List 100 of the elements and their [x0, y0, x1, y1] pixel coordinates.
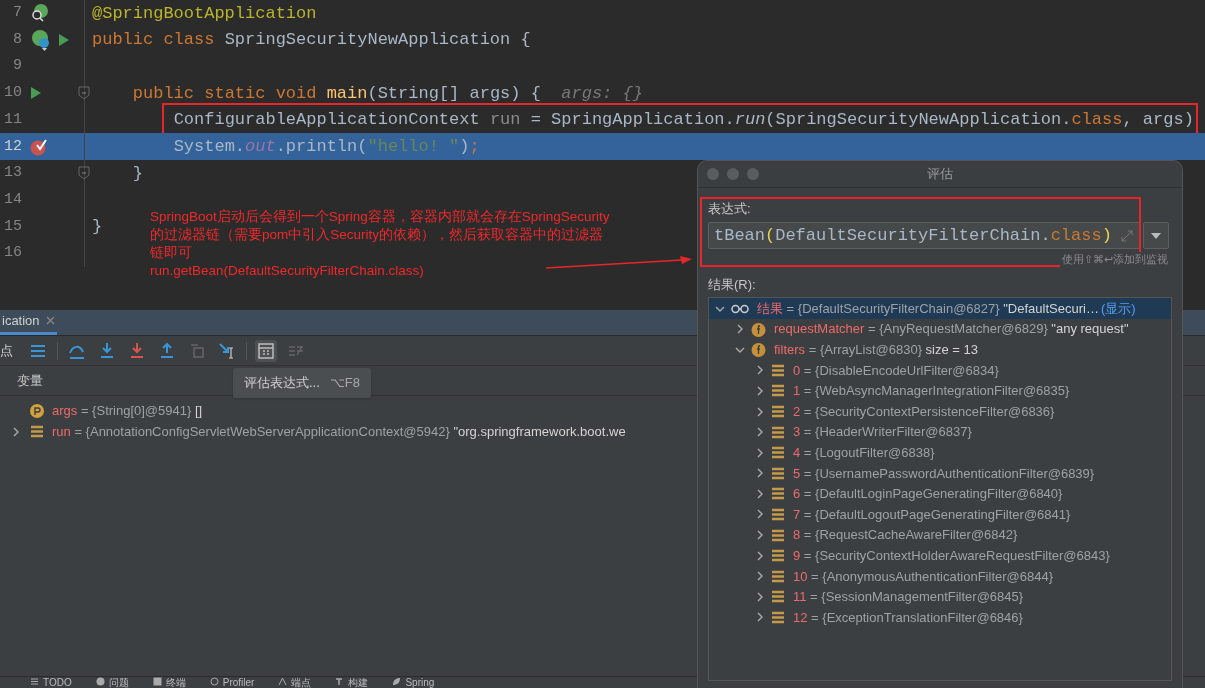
line-number: 7	[12, 3, 22, 24]
line-number: 12	[3, 136, 22, 157]
expand-chevron-icon[interactable]	[755, 530, 765, 541]
expand-chevron-icon[interactable]	[755, 468, 765, 479]
annotation-text: SpringBoot启动后会得到一个Spring容器，容器内部就会存在SpringSecurity	[150, 208, 610, 226]
run-tab[interactable]: ication	[0, 309, 57, 335]
stack-icon	[771, 384, 785, 398]
tree-row[interactable]: 11 = {SessionManagementFilter@6845}	[709, 586, 1171, 608]
tree-node-text: 结果 = {DefaultSecurityFilterChain@6827} "DefaultSecuri…	[757, 299, 1099, 318]
expand-chevron-icon[interactable]	[735, 324, 745, 335]
tree-node-text: 4 = {LogoutFilter@6838}	[793, 443, 935, 462]
tree-node-text: 7 = {DefaultLogoutPageGeneratingFilter@6841}	[793, 505, 1071, 524]
tree-node-text: 0 = {DisableEncodeUrlFilter@6834}	[793, 361, 999, 380]
column-header: 变量	[17, 371, 43, 390]
tool-window-button[interactable]: 终端	[152, 677, 186, 688]
tree-row[interactable]: 结果 = {DefaultSecurityFilterChain@6827} "DefaultSecuri…(显示)	[709, 298, 1171, 319]
expand-chevron-icon[interactable]	[755, 447, 765, 458]
code-line: public class SpringSecurityNewApplication {	[92, 29, 531, 52]
run-icon[interactable]	[30, 86, 42, 101]
expand-chevron-icon[interactable]	[755, 365, 765, 376]
expand-chevron-icon[interactable]	[755, 591, 765, 602]
tree-row[interactable]: requestMatcher = {AnyRequestMatcher@6829} "any request"	[709, 318, 1171, 340]
run-icon[interactable]	[58, 33, 70, 48]
variable-text[interactable]: run = {AnnotationConfigServletWebServerApplicationContext@5942} "org.springframework.boot.we	[52, 421, 626, 442]
breakpoint-icon[interactable]	[30, 137, 48, 156]
show-link[interactable]: (显示)	[1100, 298, 1136, 319]
expand-chevron-icon[interactable]	[755, 612, 765, 623]
tree-row[interactable]: 2 = {SecurityContextPersistenceFilter@6836}	[709, 401, 1171, 422]
line-number: 9	[12, 56, 22, 77]
close-icon[interactable]	[45, 316, 55, 325]
tree-row[interactable]: 1 = {WebAsyncManagerIntegrationFilter@6835}	[709, 380, 1171, 402]
tree-row[interactable]: 6 = {DefaultLoginPageGeneratingFilter@6840}	[709, 483, 1171, 505]
stack-icon	[771, 610, 785, 624]
step-into-icon	[98, 341, 116, 360]
tree-node-text: 12 = {ExceptionTranslationFilter@6846}	[793, 608, 1023, 627]
tree-row[interactable]: 7 = {DefaultLogoutPageGeneratingFilter@6841}	[709, 504, 1171, 525]
line-number: 10	[3, 83, 22, 104]
expression-field[interactable]: tBean(DefaultSecurityFilterChain.class)	[708, 222, 1140, 249]
fold-marker-icon[interactable]	[78, 166, 90, 181]
line-number: 8	[12, 29, 22, 50]
code-line: ConfigurableApplicationContext run = SpringApplication.run(SpringSecurityNewApplication.class, args)	[173, 109, 1194, 132]
tool-window-button[interactable]: TODO	[30, 677, 72, 688]
expand-chevron-icon[interactable]	[755, 488, 765, 499]
fold-marker-icon[interactable]	[78, 86, 90, 101]
tree-node-text: 2 = {SecurityContextPersistenceFilter@6836}	[793, 402, 1055, 421]
tree-row[interactable]: 4 = {LogoutFilter@6838}	[709, 442, 1171, 463]
expand-chevron-icon[interactable]	[11, 426, 21, 437]
calculator-button[interactable]	[255, 339, 277, 362]
tool-window-button[interactable]: 问题	[95, 677, 129, 688]
tool-window-button[interactable]: 端点	[278, 677, 312, 688]
stack-icon	[30, 425, 44, 438]
tree-node-text: 5 = {UsernamePasswordAuthenticationFilter@6839}	[793, 464, 1095, 483]
tree-node-text: 11 = {SessionManagementFilter@6845}	[793, 588, 1024, 607]
step-out-icon	[158, 341, 176, 360]
annotation-text: 的过滤器链（需要pom中引入Security的依赖），然后获取容器中的过滤器	[150, 226, 605, 244]
endpoints-icon	[278, 677, 288, 686]
tool-window-button[interactable]: Profiler	[209, 677, 255, 688]
tree-row[interactable]: 8 = {RequestCacheAwareFilter@6842}	[709, 524, 1171, 546]
line-number: 14	[3, 189, 22, 210]
expand-chevron-icon[interactable]	[755, 406, 765, 417]
tree-node-text: 1 = {WebAsyncManagerIntegrationFilter@6835}	[793, 382, 1070, 401]
field-icon	[751, 321, 766, 337]
tooltip-text: 评估表达式...	[244, 374, 320, 393]
tree-row[interactable]: 10 = {AnonymousAuthenticationFilter@6844}	[709, 565, 1171, 587]
expand-chevron-icon[interactable]	[755, 571, 765, 582]
tree-node-text: 8 = {RequestCacheAwareFilter@6842}	[793, 526, 1018, 545]
tree-row[interactable]: filters = {ArrayList@6830} size = 13	[709, 339, 1171, 361]
expand-chevron-icon[interactable]	[755, 550, 765, 561]
bean-icon	[30, 29, 52, 52]
stack-icon	[771, 590, 785, 604]
tree-row[interactable]: 5 = {UsernamePasswordAuthenticationFilter@6839}	[709, 463, 1171, 484]
dropdown-button[interactable]	[1143, 222, 1169, 249]
tree-row[interactable]: 9 = {SecurityContextHolderAwareRequestFilter@6843}	[709, 545, 1171, 566]
expand-chevron-icon[interactable]	[755, 509, 765, 520]
tree-row[interactable]: 3 = {HeaderWriterFilter@6837}	[709, 421, 1171, 443]
stack-icon	[771, 466, 785, 480]
field-icon	[751, 342, 766, 358]
tree-node-text: 6 = {DefaultLoginPageGeneratingFilter@6840}	[793, 485, 1063, 504]
glasses-icon	[731, 303, 749, 314]
variable-text[interactable]: args = {String[0]@5941} []	[52, 400, 203, 421]
tree-row[interactable]: 0 = {DisableEncodeUrlFilter@6834}	[709, 360, 1171, 381]
parameter-icon	[30, 403, 44, 418]
calculator-icon	[257, 341, 275, 360]
tool-window-button[interactable]: Spring	[392, 677, 435, 688]
drop-frame-icon	[188, 341, 206, 360]
expand-chevron-icon[interactable]	[755, 385, 765, 396]
stack-icon	[771, 508, 785, 521]
tree-row[interactable]: 12 = {ExceptionTranslationFilter@6846}	[709, 607, 1171, 628]
tool-window-button[interactable]: 构建	[335, 677, 369, 688]
stack-icon	[771, 446, 785, 460]
run-to-cursor-icon	[218, 341, 236, 360]
line-number: 16	[3, 243, 22, 264]
tree-node-text: requestMatcher = {AnyRequestMatcher@6829} "any request"	[774, 320, 1129, 339]
bean-search-icon	[30, 3, 50, 24]
line-number: 11	[3, 109, 22, 130]
code-line: System.out.println("hello! ");	[173, 136, 480, 159]
tree-node-text: 9 = {SecurityContextHolderAwareRequestFilter@6843}	[793, 546, 1110, 565]
expand-chevron-icon[interactable]	[755, 427, 765, 438]
stack-icon	[771, 528, 785, 542]
field-label: 表达式:	[708, 200, 752, 217]
